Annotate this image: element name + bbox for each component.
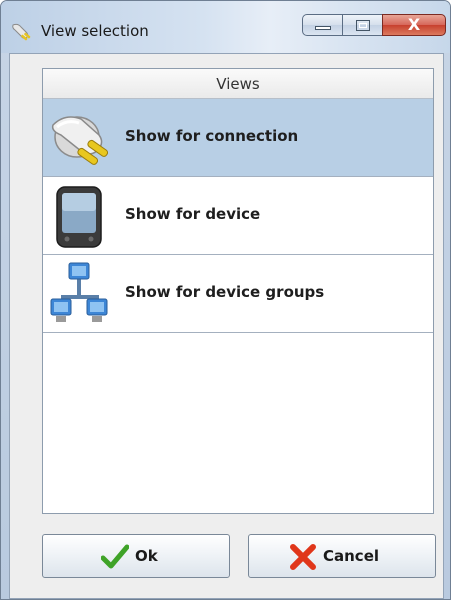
maximize-button[interactable] [342,14,383,36]
list-item-label: Show for device [125,205,261,223]
list-item-show-for-connection[interactable]: Show for connection [43,99,433,177]
checkmark-icon [100,543,130,571]
view-selection-window: View selection X Views Show for connecti… [0,0,451,600]
window-title: View selection [41,22,149,40]
ok-button-label: Ok [135,547,158,565]
close-button[interactable]: X [382,14,446,36]
dialog-body: Views Show for connection Show for devic… [9,53,444,599]
app-plug-icon [11,21,33,41]
maximize-icon [356,20,370,31]
network-computers-icon [47,261,115,327]
minimize-icon [315,26,331,30]
title-bar[interactable]: View selection X [1,1,450,53]
list-item-show-for-device-groups[interactable]: Show for device groups [43,255,433,333]
ok-button[interactable]: Ok [42,534,230,578]
cancel-button[interactable]: Cancel [248,534,436,578]
views-list-header: Views [43,69,433,99]
list-item-label: Show for connection [125,127,299,145]
list-item-show-for-device[interactable]: Show for device [43,177,433,255]
plug-connection-icon [47,105,115,171]
list-item-label: Show for device groups [125,283,325,301]
window-controls: X [302,14,448,38]
cancel-button-label: Cancel [323,547,380,565]
red-x-icon [289,543,317,571]
close-icon: X [407,15,421,34]
minimize-button[interactable] [302,14,343,36]
handheld-device-icon [47,183,115,249]
views-list[interactable]: Views Show for connection Show for devic… [42,68,434,514]
